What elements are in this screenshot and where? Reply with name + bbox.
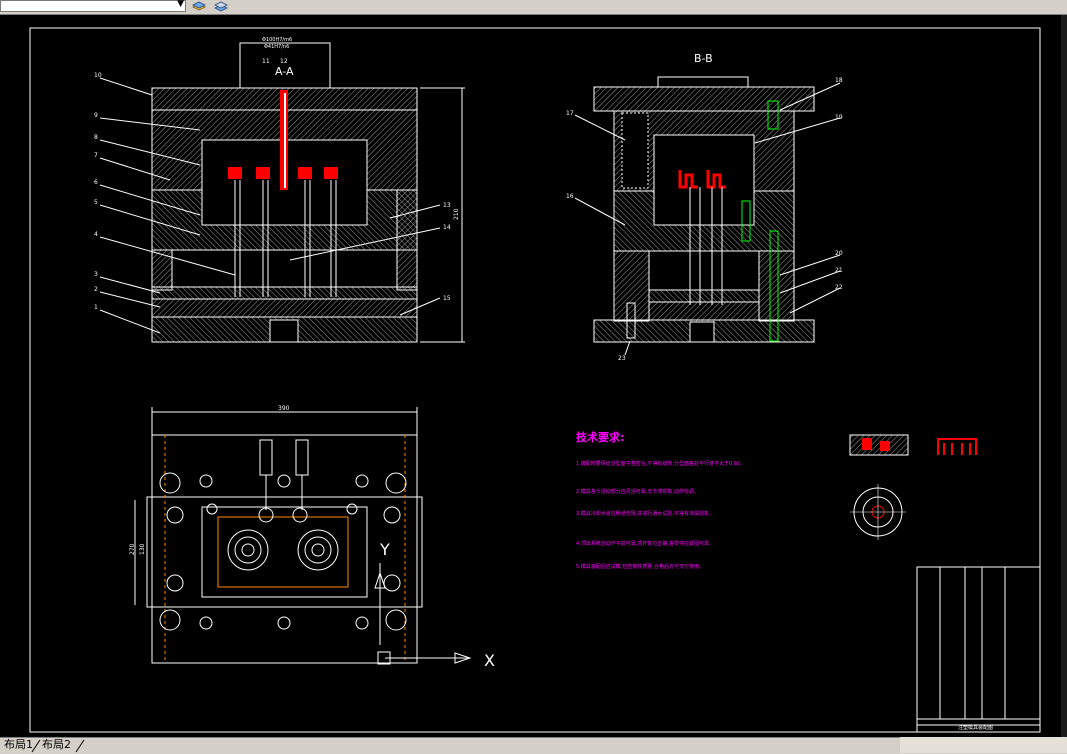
callout-8: 8 — [94, 134, 98, 141]
callout-19: 19 — [835, 114, 843, 121]
callout-2: 2 — [94, 286, 98, 293]
callout-21: 21 — [835, 267, 843, 274]
top-dim-2: Φ41H7/n6 — [264, 44, 289, 50]
callout-9: 9 — [94, 112, 98, 119]
section-aa-label: A-A — [275, 65, 294, 78]
tab-separator-icon — [31, 739, 41, 753]
plan-view — [134, 407, 472, 665]
horizontal-scrollbar[interactable] — [900, 737, 1067, 753]
layer-dropdown[interactable]: ▼ — [0, 0, 186, 12]
callout-6: 6 — [94, 179, 98, 186]
axis-x-label: X — [484, 651, 495, 670]
tech-item-5: 5.模具装配后应试模,检查制件质量,合格后方可交付使用。 — [576, 563, 704, 570]
title-block-caption: 注塑模具装配图 — [958, 724, 993, 731]
top-dim-1: Φ100H7/m6 — [262, 37, 292, 43]
height-dim: 210 — [453, 208, 460, 220]
callout-22: 22 — [835, 284, 843, 291]
title-block — [916, 566, 1041, 733]
callout-3: 3 — [94, 271, 98, 278]
callout-18: 18 — [835, 77, 843, 84]
callout-14: 14 — [443, 224, 451, 231]
callout-15: 15 — [443, 295, 451, 302]
layer-state-icon[interactable] — [214, 1, 228, 12]
callout-11: 11 — [262, 58, 270, 65]
toolbar: ▼ — [0, 0, 1067, 15]
vertical-scrollbar[interactable] — [1061, 15, 1067, 737]
section-bb-label: B-B — [694, 52, 713, 65]
tab-separator-icon — [75, 739, 85, 753]
tech-item-4: 4.顶出系统应动作平稳可靠,顶杆复位正确,各零件应紧固可靠。 — [576, 540, 714, 547]
tech-requirements-title: 技术要求: — [576, 430, 624, 444]
drawing-canvas[interactable]: A-A Φ100H7/m6 Φ41H7/n6 210 B-B 390 270 1… — [0, 15, 1067, 737]
callout-13: 13 — [443, 202, 451, 209]
plan-dim-2: 130 — [139, 543, 146, 555]
tech-item-2: 2.模具各个活动部分应灵活可靠,无卡滞现象,动作协调。 — [576, 488, 699, 495]
part-detail-views — [849, 434, 977, 540]
callout-20: 20 — [835, 250, 843, 257]
tech-item-1: 1.装配时要保证分型面平整密合,不得有缝隙,分型面各处平行度不大于0.02。 — [576, 460, 745, 467]
chevron-down-icon[interactable]: ▼ — [177, 0, 184, 9]
callout-5: 5 — [94, 199, 98, 206]
callout-16: 16 — [566, 193, 574, 200]
callout-1: 1 — [94, 304, 98, 311]
layers-icon[interactable] — [192, 1, 206, 12]
callout-12: 12 — [280, 58, 288, 65]
plan-dim-1: 270 — [129, 543, 136, 555]
drawing-svg: A-A Φ100H7/m6 Φ41H7/n6 210 B-B 390 270 1… — [29, 27, 1041, 733]
tab-layout2[interactable]: 布局2 — [38, 738, 75, 752]
callout-10: 10 — [94, 72, 102, 79]
section-aa-view — [99, 42, 465, 343]
callout-4: 4 — [94, 231, 98, 238]
callout-17: 17 — [566, 110, 574, 117]
callout-23: 23 — [618, 355, 626, 362]
axis-y-label: Y — [379, 540, 390, 559]
width-dim: 390 — [278, 405, 290, 412]
section-bb-view — [574, 76, 841, 356]
tech-item-3: 3.模具冷却水道应畅通无阻,并进行通水试验,不得有渗漏现象。 — [576, 510, 714, 517]
callout-7: 7 — [94, 152, 98, 159]
